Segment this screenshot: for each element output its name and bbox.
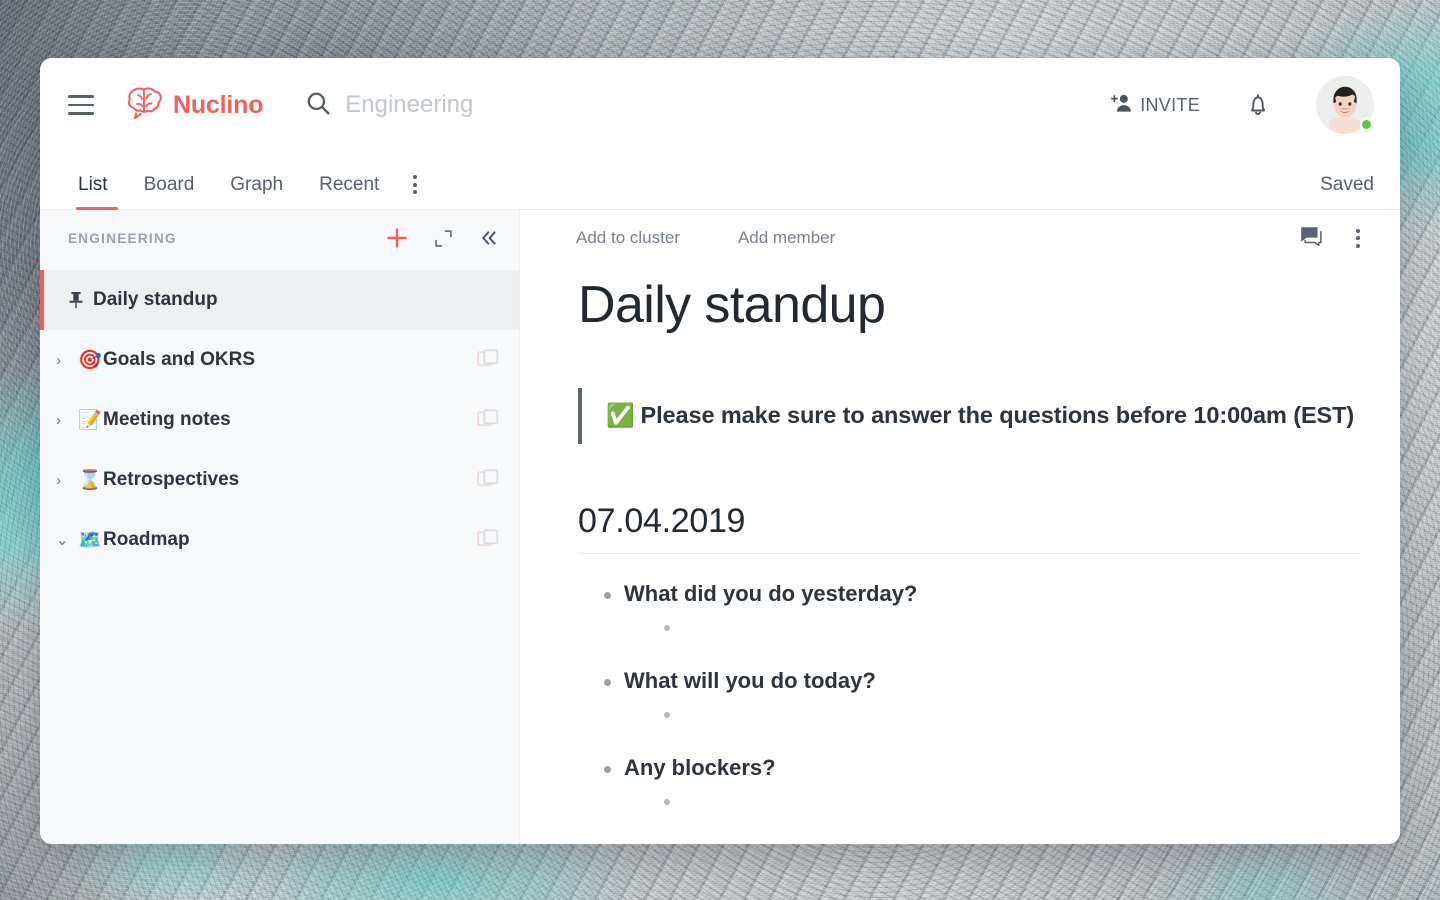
answer-list [654, 615, 1360, 645]
list-item[interactable] [654, 615, 1360, 645]
list-item[interactable] [654, 789, 1360, 819]
sidebar-item-label: Retrospectives [103, 469, 240, 490]
sidebar: ENGINEERING Daily standup › 🎯 Goals and … [40, 210, 520, 844]
sidebar-item-roadmap[interactable]: ⌄ 🗺️ Roadmap [40, 510, 519, 570]
sidebar-item-label: Meeting notes [103, 409, 231, 430]
top-bar-actions: INVITE [1110, 76, 1374, 134]
list-item[interactable]: What will you do today? [594, 663, 1360, 732]
chevron-right-icon[interactable]: › [56, 412, 72, 429]
workspace-name: ENGINEERING [68, 230, 177, 246]
question-text: What will you do today? [624, 667, 876, 693]
document-content: Add to cluster Add member Daily standup [520, 210, 1400, 844]
top-bar: Nuclino INVITE [40, 58, 1400, 152]
chevron-double-left-icon[interactable] [479, 229, 499, 247]
hamburger-menu-icon[interactable] [68, 95, 94, 115]
list-item[interactable]: Any blockers? [594, 750, 1360, 819]
tab-board[interactable]: Board [126, 174, 213, 209]
question-text: What did you do yesterday? [624, 580, 918, 606]
add-member-button[interactable]: Add member [738, 228, 835, 248]
add-to-cluster-button[interactable]: Add to cluster [576, 228, 680, 248]
map-emoji: 🗺️ [78, 530, 102, 551]
list-item[interactable]: What did you do yesterday? [594, 576, 1360, 645]
more-vertical-icon[interactable] [397, 175, 427, 209]
presence-indicator [1360, 118, 1373, 131]
tab-list-view[interactable]: List [68, 174, 126, 210]
hourglass-emoji: ⌛ [78, 470, 102, 491]
app-window: Nuclino INVITE [40, 58, 1400, 844]
tab-list: List Board Graph Recent [68, 174, 427, 210]
document-tree: Daily standup › 🎯 Goals and OKRS › 📝 Mee… [40, 266, 519, 844]
bell-icon[interactable] [1246, 92, 1270, 118]
date-heading: 07.04.2019 [578, 502, 1360, 554]
pin-icon [68, 291, 93, 309]
answer-list [654, 702, 1360, 732]
sidebar-item-meeting-notes[interactable]: › 📝 Meeting notes [40, 390, 519, 450]
duplicate-icon[interactable] [477, 407, 499, 434]
tab-bar: List Board Graph Recent Saved [40, 152, 1400, 210]
expand-corners-icon[interactable] [434, 229, 453, 248]
chevron-right-icon[interactable]: › [56, 352, 72, 369]
tab-graph[interactable]: Graph [212, 174, 301, 209]
chevron-down-icon[interactable]: ⌄ [56, 531, 72, 549]
duplicate-icon[interactable] [477, 527, 499, 554]
more-vertical-icon[interactable] [1356, 228, 1360, 248]
answer-list [654, 789, 1360, 819]
sidebar-item-label: Goals and OKRS [103, 349, 256, 370]
document-toolbar: Add to cluster Add member [576, 210, 1360, 266]
callout-message: Please make sure to answer the questions… [640, 402, 1355, 429]
sidebar-item-label: Daily standup [93, 289, 218, 310]
memo-emoji: 📝 [78, 410, 102, 431]
list-item[interactable] [654, 702, 1360, 732]
callout-block: ✅ Please make sure to answer the question… [578, 387, 1360, 444]
check-mark-emoji: ✅ [606, 402, 635, 429]
sidebar-item-label: Roadmap [103, 529, 190, 550]
person-add-icon [1110, 93, 1133, 118]
save-status: Saved [1320, 174, 1374, 195]
standup-questions: What did you do yesterday? What will you… [594, 576, 1360, 820]
brand-name: Nuclino [173, 90, 264, 119]
question-text: Any blockers? [624, 755, 776, 781]
brand-logo[interactable]: Nuclino [124, 86, 264, 124]
sidebar-item-daily-standup[interactable]: Daily standup [40, 270, 519, 330]
page-title: Daily standup [578, 276, 886, 334]
sidebar-actions [386, 227, 499, 249]
callout-text: ✅ Please make sure to answer the question… [606, 402, 1354, 429]
brain-speech-bubble-icon [124, 86, 164, 124]
sidebar-header: ENGINEERING [40, 210, 519, 266]
plus-icon[interactable] [386, 227, 408, 249]
invite-label: INVITE [1140, 94, 1200, 115]
invite-button[interactable]: INVITE [1110, 93, 1200, 118]
chevron-right-icon[interactable]: › [56, 472, 72, 489]
sidebar-item-retrospectives[interactable]: › ⌛ Retrospectives [40, 450, 519, 510]
search-bar[interactable] [305, 90, 1111, 121]
document-toolbar-actions [1300, 226, 1360, 251]
sidebar-item-goals-and-okrs[interactable]: › 🎯 Goals and OKRS [40, 330, 519, 390]
search-input[interactable] [345, 91, 766, 119]
tab-recent[interactable]: Recent [301, 174, 397, 209]
comment-bubble-icon[interactable] [1300, 226, 1322, 251]
search-icon [305, 90, 331, 121]
app-body: ENGINEERING Daily standup › 🎯 Goals and … [40, 210, 1400, 844]
dart-emoji: 🎯 [78, 350, 102, 371]
duplicate-icon[interactable] [477, 347, 499, 374]
avatar[interactable] [1316, 76, 1374, 134]
duplicate-icon[interactable] [477, 467, 499, 494]
